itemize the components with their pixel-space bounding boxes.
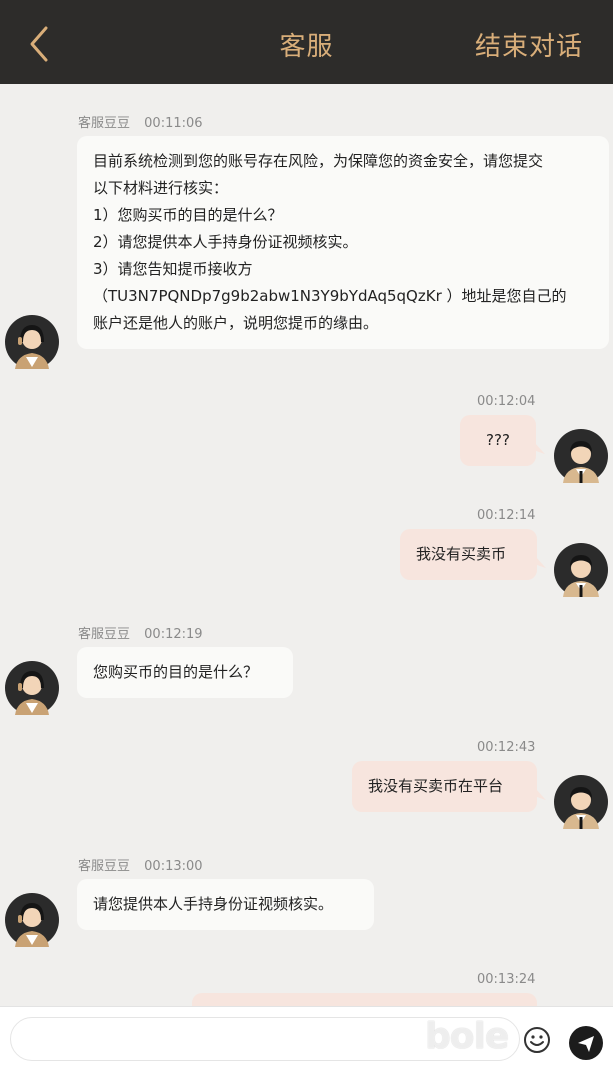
message-line: 账户还是他人的账户，说明您提币的缘由。 [93, 314, 379, 332]
user-avatar[interactable] [554, 429, 608, 483]
incoming-message-bubble[interactable]: 请您提供本人手持身份证视频核实。 [77, 879, 374, 930]
message-line: （TU3N7PQNDp7g9b2abw1N3Y9bYdAq5qQzKr ）地址是… [93, 287, 567, 305]
message-input-bar [0, 1006, 613, 1080]
agent-avatar[interactable] [5, 315, 59, 369]
user-avatar[interactable] [554, 543, 608, 597]
message-line: 以下材料进行核实： [93, 179, 229, 197]
message-line: ??? [486, 431, 510, 449]
message-meta: 客服豆豆 00:13:00 [78, 855, 203, 874]
agent-avatar[interactable] [5, 893, 59, 947]
message-line: 请您提供本人手持身份证视频核实。 [93, 895, 334, 913]
message-line: 3）请您告知提币接收方 [93, 260, 253, 278]
incoming-message-bubble[interactable]: 您购买币的目的是什么？ [77, 647, 293, 698]
chat-message-list[interactable]: 客服豆豆 00:11:06 目前系统检测到您的账号存在风险，为保障您的资金安全，… [0, 84, 613, 1006]
outgoing-message-bubble[interactable] [192, 993, 537, 1006]
message-time: 00:13:00 [144, 859, 203, 874]
message-time: 00:12:43 [477, 740, 536, 755]
sender-name: 客服豆豆 [78, 859, 131, 874]
message-meta: 客服豆豆 00:11:06 [78, 112, 203, 131]
message-time: 00:12:14 [477, 508, 536, 523]
agent-avatar[interactable] [5, 661, 59, 715]
message-time: 00:12:04 [477, 394, 536, 409]
outgoing-message-bubble[interactable]: 我没有买卖币 [400, 529, 537, 580]
outgoing-message-bubble[interactable]: 我没有买卖币在平台 [352, 761, 537, 812]
message-line: 我没有买卖币在平台 [368, 777, 504, 795]
message-time: 00:11:06 [144, 116, 203, 131]
message-input[interactable] [10, 1017, 520, 1061]
message-line: 目前系统检测到您的账号存在风险，为保障您的资金安全，请您提交 [93, 152, 544, 170]
user-avatar[interactable] [554, 775, 608, 829]
sender-name: 客服豆豆 [78, 116, 131, 131]
outgoing-message-bubble[interactable]: ??? [460, 415, 536, 466]
message-line: 2）请您提供本人手持身份证视频核实。 [93, 233, 358, 251]
message-line: 您购买币的目的是什么？ [93, 663, 259, 681]
message-time: 00:13:24 [477, 972, 536, 987]
sender-name: 客服豆豆 [78, 627, 131, 642]
end-chat-button[interactable]: 结束对话 [475, 26, 583, 63]
message-line: 我没有买卖币 [416, 545, 507, 563]
message-line: 1）您购买币的目的是什么？ [93, 206, 283, 224]
message-meta: 客服豆豆 00:12:19 [78, 623, 203, 642]
incoming-message-bubble[interactable]: 目前系统检测到您的账号存在风险，为保障您的资金安全，请您提交 以下材料进行核实：… [77, 136, 609, 349]
send-icon[interactable] [568, 1025, 604, 1061]
smiley-icon[interactable] [522, 1025, 552, 1055]
message-time: 00:12:19 [144, 627, 203, 642]
top-nav-bar: 客服 结束对话 [0, 0, 613, 84]
